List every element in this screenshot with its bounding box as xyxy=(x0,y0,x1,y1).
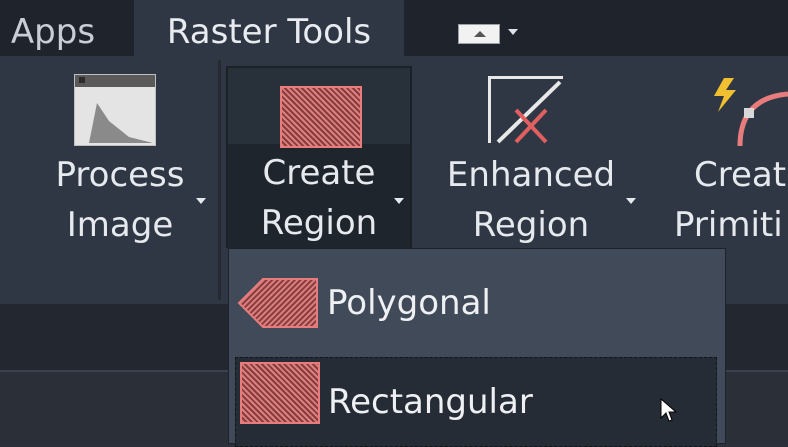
menu-item-label: Polygonal xyxy=(327,283,491,323)
enhanced-region-label-line1: Enhanced xyxy=(446,155,616,195)
process-image-label-line1: Process xyxy=(55,155,185,195)
process-image-label-line2: Image xyxy=(66,205,174,245)
create-primitive-button[interactable]: Creat Primiti xyxy=(660,64,788,245)
create-region-button[interactable]: Create Region xyxy=(226,66,412,248)
create-primitive-label-line2: Primiti xyxy=(674,205,783,245)
create-region-dropdown: Polygonal Rectangular xyxy=(228,248,726,447)
create-primitive-icon xyxy=(714,78,788,147)
ribbon-tab-bar: Apps Raster Tools xyxy=(0,0,788,56)
tab-apps[interactable]: Apps xyxy=(0,0,120,56)
process-image-button[interactable]: Process Image xyxy=(20,64,220,245)
enhanced-region-label-line2: Region xyxy=(472,205,590,245)
menu-item-label: Rectangular xyxy=(328,382,533,422)
chevron-down-icon xyxy=(508,29,518,35)
quick-access-dropdown[interactable] xyxy=(458,24,520,44)
chevron-down-icon xyxy=(394,198,404,204)
create-region-label-line1: Create xyxy=(262,153,376,193)
menu-item-polygonal[interactable]: Polygonal xyxy=(229,249,725,349)
mouse-cursor-icon xyxy=(660,398,678,422)
menu-item-rectangular[interactable]: Rectangular xyxy=(235,357,717,447)
chevron-down-icon xyxy=(196,198,206,204)
histogram-icon xyxy=(74,74,156,146)
rectangle-region-icon xyxy=(240,362,320,424)
tab-raster-tools[interactable]: Raster Tools xyxy=(134,0,404,56)
enhanced-region-icon xyxy=(488,76,563,144)
create-primitive-label-line1: Creat xyxy=(694,155,787,195)
region-fill-icon xyxy=(280,86,362,148)
enhanced-region-button[interactable]: Enhanced Region xyxy=(426,64,636,245)
create-region-label-line2: Region xyxy=(260,203,378,243)
eject-icon xyxy=(458,24,500,44)
chevron-down-icon xyxy=(626,198,636,204)
polygon-region-icon xyxy=(237,278,318,328)
